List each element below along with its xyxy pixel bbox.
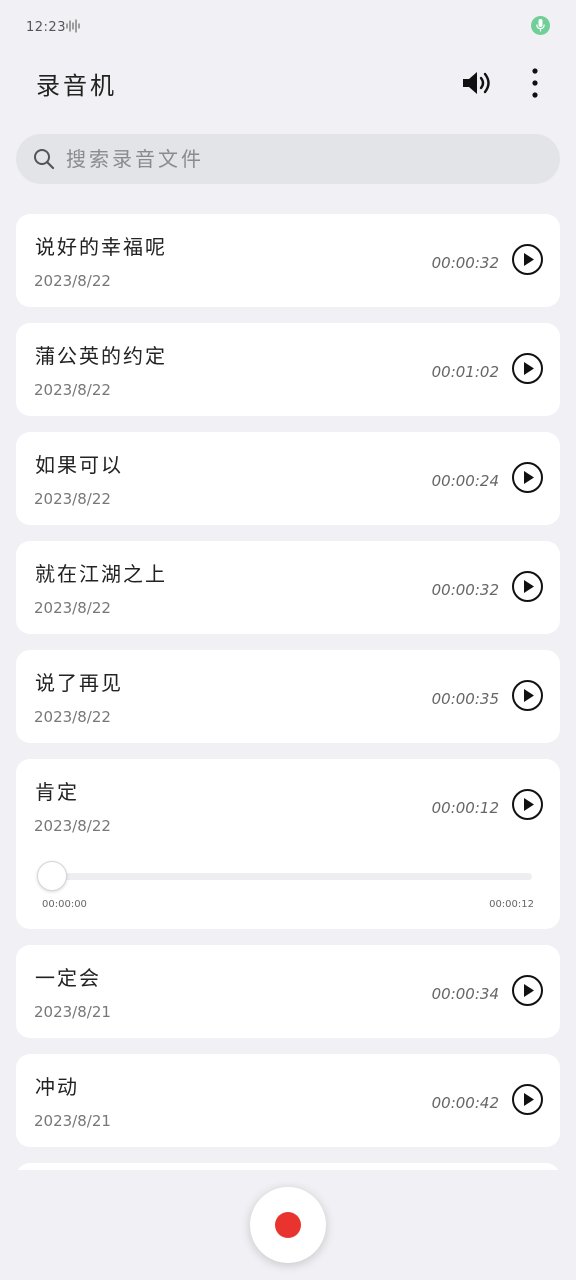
recording-title: 冲动 [35, 1075, 79, 1099]
play-button[interactable] [512, 244, 543, 275]
play-button[interactable] [512, 353, 543, 384]
recording-duration: 00:00:32 [431, 254, 499, 272]
recording-duration: 00:00:35 [431, 690, 499, 708]
status-time: 12:23 [26, 20, 66, 35]
recording-title: 说好的幸福呢 [35, 235, 167, 259]
play-icon [524, 362, 534, 375]
recorder-screen: 12:23 录音机 搜索录音文件 说好的幸福呢 2023/8/22 00:00:… [0, 0, 576, 1280]
play-icon [524, 471, 534, 484]
recording-item-partial[interactable] [16, 1163, 560, 1170]
recording-item[interactable]: 蒲公英的约定 2023/8/22 00:01:02 [16, 323, 560, 416]
record-button[interactable] [250, 1187, 326, 1263]
play-icon [524, 580, 534, 593]
play-icon [524, 984, 534, 997]
record-icon [275, 1212, 301, 1238]
recording-item[interactable]: 就在江湖之上 2023/8/22 00:00:32 [16, 541, 560, 634]
recording-date: 2023/8/22 [34, 490, 111, 508]
search-icon [34, 149, 55, 170]
play-icon [524, 689, 534, 702]
play-button[interactable] [512, 975, 543, 1006]
recordings-list: 说好的幸福呢 2023/8/22 00:00:32 蒲公英的约定 2023/8/… [16, 214, 560, 1170]
speaker-icon[interactable] [460, 68, 496, 98]
recording-duration: 00:00:32 [431, 581, 499, 599]
play-button[interactable] [512, 680, 543, 711]
audio-wave-icon [66, 19, 80, 33]
recording-item[interactable]: 冲动 2023/8/21 00:00:42 [16, 1054, 560, 1147]
recording-item[interactable]: 说好的幸福呢 2023/8/22 00:00:32 [16, 214, 560, 307]
microphone-icon [531, 16, 550, 35]
search-input[interactable] [66, 143, 536, 175]
search-bar[interactable] [16, 134, 560, 184]
recording-title: 蒲公英的约定 [35, 344, 167, 368]
recording-item[interactable]: 一定会 2023/8/21 00:00:34 [16, 945, 560, 1038]
recording-date: 2023/8/22 [34, 272, 111, 290]
recording-title: 说了再见 [35, 671, 123, 695]
recording-duration: 00:01:02 [431, 363, 499, 381]
play-icon [524, 1093, 534, 1106]
recording-duration: 00:00:24 [431, 472, 499, 490]
recording-title: 就在江湖之上 [35, 562, 167, 586]
page-title: 录音机 [36, 72, 117, 100]
recording-date: 2023/8/22 [34, 599, 111, 617]
recording-date: 2023/8/21 [34, 1112, 111, 1130]
play-button[interactable] [512, 789, 543, 820]
playback-slider-handle[interactable] [37, 861, 67, 891]
recording-item[interactable]: 说了再见 2023/8/22 00:00:35 [16, 650, 560, 743]
play-icon [524, 253, 534, 266]
recording-duration: 00:00:12 [431, 799, 499, 817]
recording-date: 2023/8/21 [34, 1003, 111, 1021]
play-button[interactable] [512, 1084, 543, 1115]
status-bar: 12:23 [0, 0, 576, 52]
playback-progress-track[interactable] [52, 873, 532, 880]
more-vertical-icon[interactable] [522, 66, 548, 100]
recording-duration: 00:00:34 [431, 985, 499, 1003]
play-icon [524, 798, 534, 811]
recording-title: 肯定 [35, 780, 79, 804]
recording-title: 一定会 [35, 966, 101, 990]
recording-date: 2023/8/22 [34, 817, 111, 835]
recording-duration: 00:00:42 [431, 1094, 499, 1112]
recording-title: 如果可以 [35, 453, 123, 477]
playback-current-time: 00:00:00 [42, 899, 87, 910]
play-button[interactable] [512, 462, 543, 493]
recording-date: 2023/8/22 [34, 708, 111, 726]
recording-date: 2023/8/22 [34, 381, 111, 399]
playback-total-time: 00:00:12 [489, 899, 534, 910]
recording-item[interactable]: 如果可以 2023/8/22 00:00:24 [16, 432, 560, 525]
recording-item-expanded[interactable]: 肯定 2023/8/22 00:00:12 00:00:00 00:00:12 [16, 759, 560, 929]
play-button[interactable] [512, 571, 543, 602]
